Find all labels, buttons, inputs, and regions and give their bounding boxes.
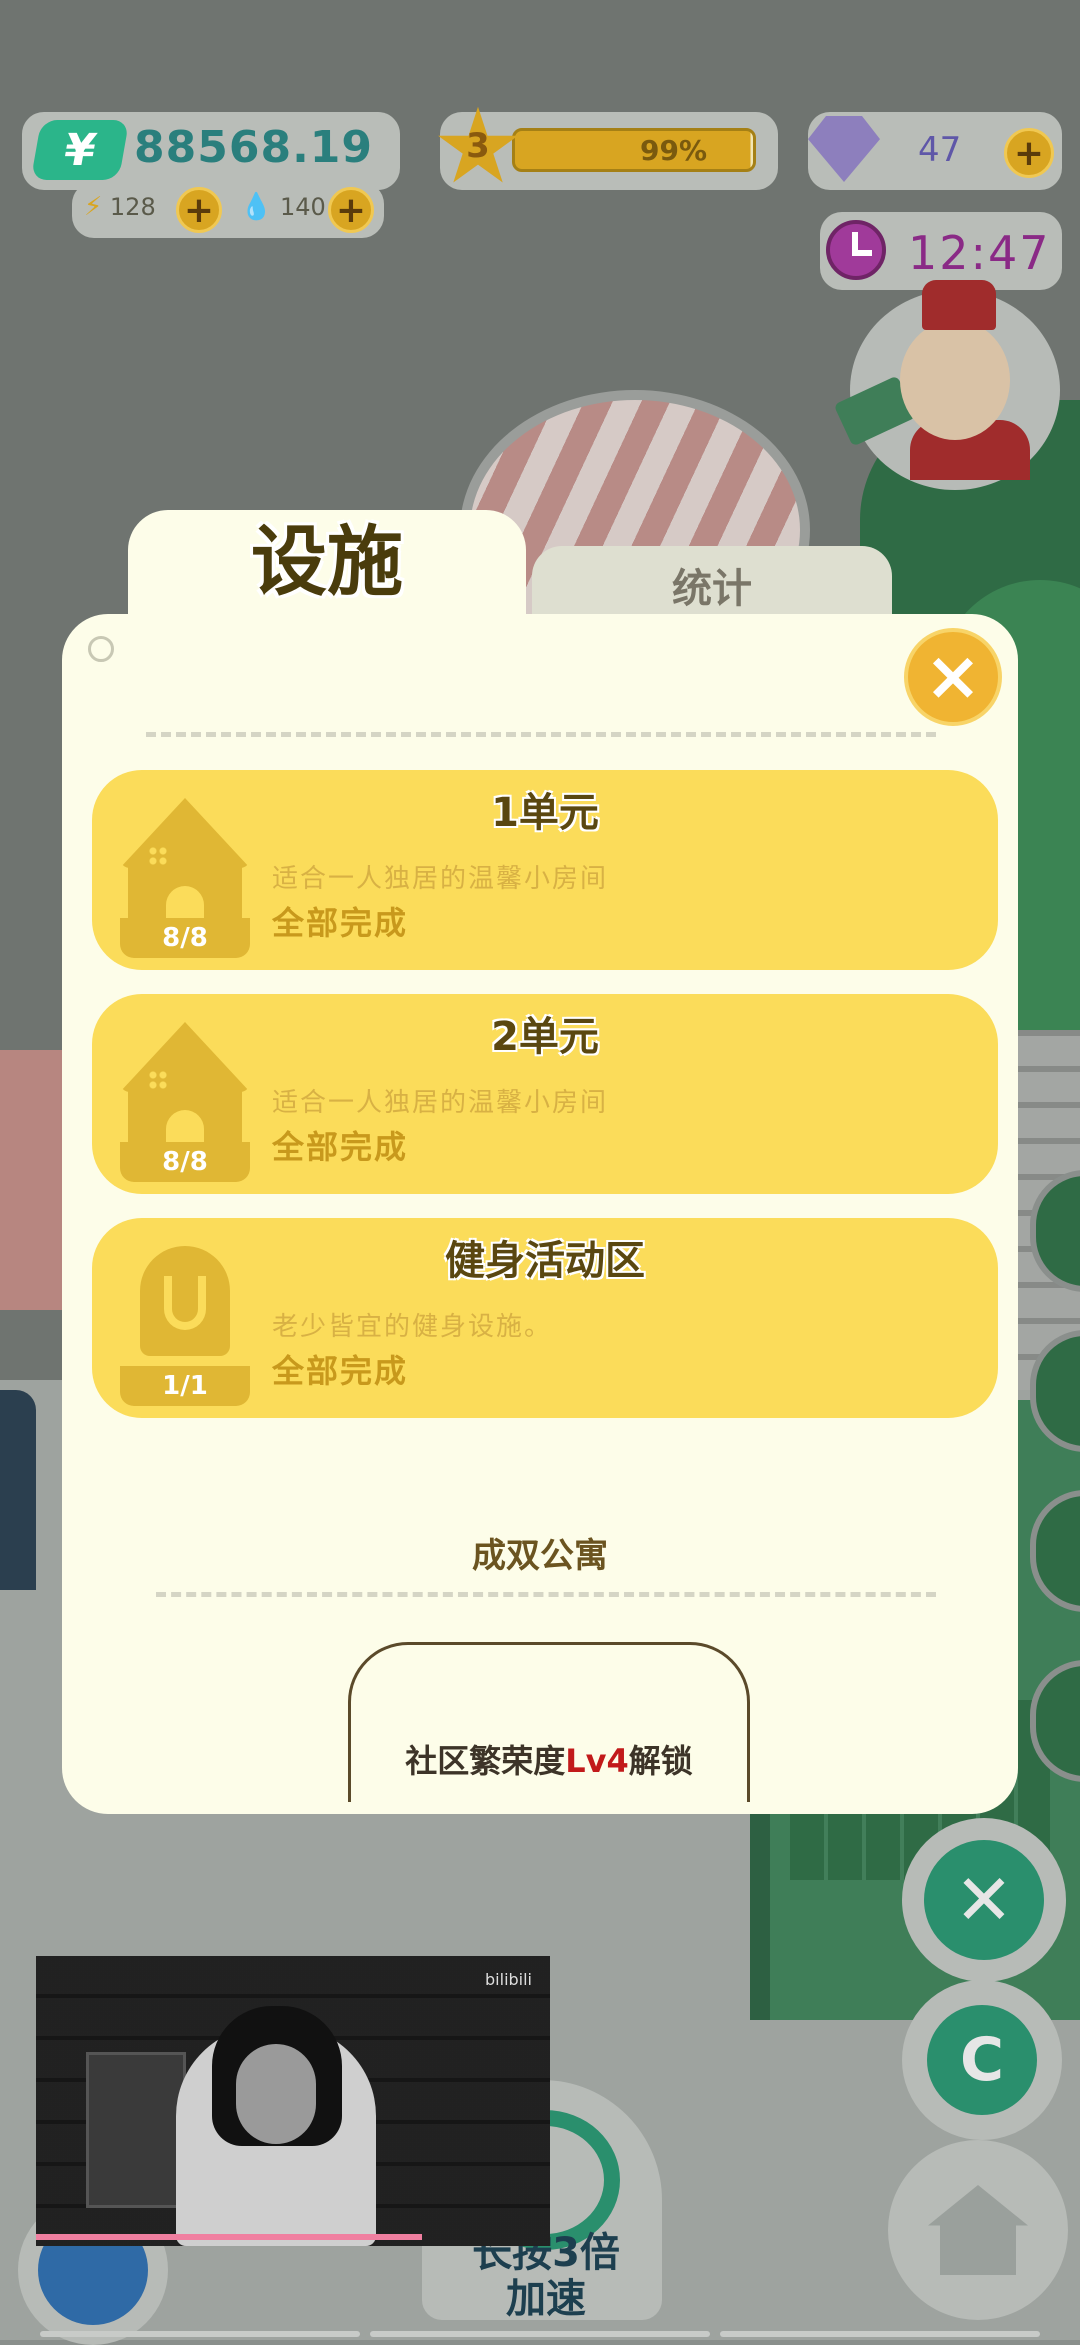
tab-facilities-label[interactable]: 设施 [128, 500, 526, 610]
npc-hat [922, 280, 996, 330]
tab-statistics-label[interactable]: 统计 [532, 556, 892, 614]
video-progress-bar[interactable] [36, 2234, 422, 2240]
billboard-decoration [0, 1050, 64, 1310]
divider [156, 1592, 936, 1597]
energy-value: 128 [109, 193, 156, 221]
house-icon: 8/8 [120, 1022, 250, 1182]
facility-count: 8/8 [120, 1142, 250, 1182]
yuan-icon: ¥ [30, 120, 130, 180]
facility-status: 全部完成 [272, 904, 409, 942]
facility-card-unit-2[interactable]: 2单元 8/8 适合一人独居的温馨小房间 全部完成 [92, 994, 998, 1194]
lightning-icon: ⚡ [84, 192, 103, 222]
resources-display: ⚡ 128 + 💧 140 + [72, 182, 384, 238]
system-nav-bar [720, 2331, 1040, 2337]
apartment-name: 成双公寓 [472, 1536, 608, 1576]
clock-time: 12:47 [908, 226, 1051, 280]
coin-button[interactable]: C [902, 1980, 1062, 2140]
close-button[interactable]: × [904, 628, 1002, 726]
facility-count: 1/1 [120, 1366, 250, 1406]
add-energy-button[interactable]: + [176, 187, 222, 233]
home-icon [928, 2185, 1028, 2275]
level-progress-bar [512, 128, 756, 172]
level-progress-label: 99% [640, 134, 708, 167]
gems-value: 47 [918, 130, 962, 170]
divider [146, 732, 936, 737]
add-water-button[interactable]: + [328, 187, 374, 233]
coin-icon: C [927, 2005, 1037, 2115]
money-value: 88568.19 [134, 122, 374, 173]
water-drop-icon: 💧 [240, 192, 273, 222]
facility-status: 全部完成 [272, 1128, 409, 1166]
unlock-suffix: 解锁 [628, 1742, 693, 1780]
video-overlay[interactable]: bilibili [36, 1956, 550, 2246]
facility-description: 老少皆宜的健身设施。 [272, 1312, 553, 1342]
house-icon: 8/8 [120, 798, 250, 958]
facility-status: 全部完成 [272, 1352, 409, 1390]
tools-button[interactable]: ✕ [902, 1818, 1066, 1982]
fitness-icon: 1/1 [120, 1246, 250, 1406]
clock-hand-decoration [852, 250, 872, 256]
panel-corner-icon [88, 636, 114, 662]
system-nav-bar [40, 2331, 360, 2337]
facility-description: 适合一人独居的温馨小房间 [272, 864, 609, 894]
unlock-prefix: 社区繁荣度 [405, 1742, 566, 1780]
npc-face [900, 320, 1010, 440]
water-value: 140 [280, 193, 326, 221]
facility-card-unit-1[interactable]: 1单元 8/8 适合一人独居的温馨小房间 全部完成 [92, 770, 998, 970]
unlock-level: Lv4 [565, 1742, 629, 1780]
money-display: ¥ 88568.19 [22, 112, 400, 190]
unlock-requirement: 社区繁荣度Lv4解锁 [348, 1736, 750, 1782]
home-button[interactable] [888, 2140, 1068, 2320]
facility-count: 8/8 [120, 918, 250, 958]
facility-card-fitness-area[interactable]: 健身活动区 1/1 老少皆宜的健身设施。 全部完成 [92, 1218, 998, 1418]
add-gems-button[interactable]: + [1004, 128, 1054, 178]
facility-description: 适合一人独居的温馨小房间 [272, 1088, 609, 1118]
system-nav-bar [370, 2331, 710, 2337]
video-logo: bilibili [485, 1970, 532, 1989]
tools-icon: ✕ [924, 1840, 1044, 1960]
water-resource: 💧 140 [240, 192, 326, 222]
video-electric-panel [86, 2052, 186, 2208]
speed-label-line2: 加速 [506, 2276, 586, 2322]
energy-resource: ⚡ 128 [84, 192, 156, 222]
level-number: 3 [466, 126, 490, 166]
video-figure-face [236, 2044, 316, 2144]
